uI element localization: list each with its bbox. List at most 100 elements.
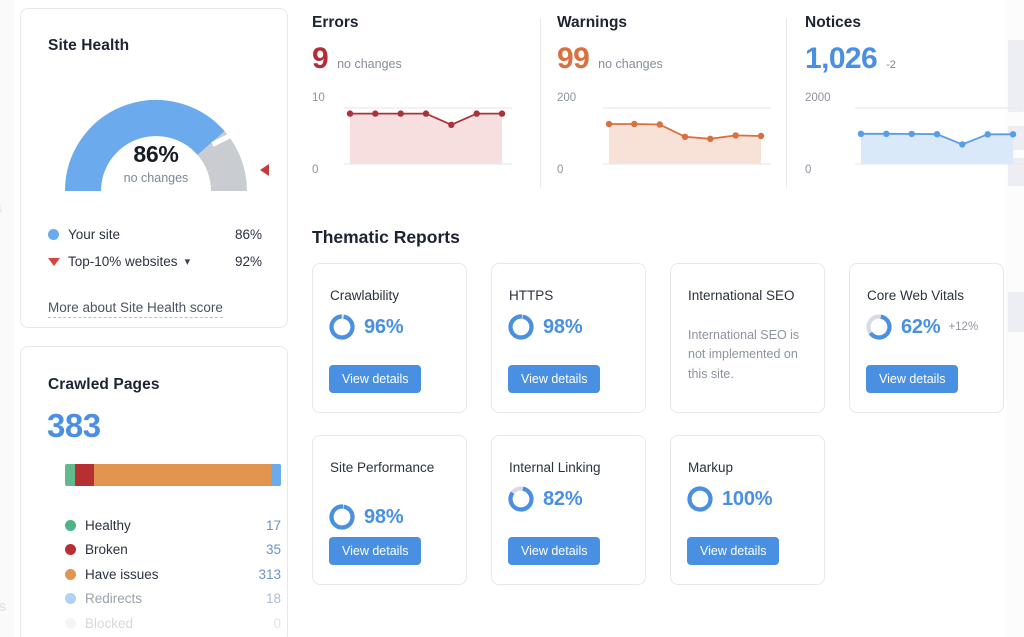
crawled-pages-legend-row[interactable]: Blocked 0	[65, 611, 281, 636]
legend-value: 313	[258, 566, 281, 582]
progress-ring-icon	[329, 504, 355, 530]
more-about-site-health-link[interactable]: More about Site Health score	[48, 300, 223, 318]
sparkline-warnings: 200 0	[557, 90, 787, 176]
sparkline-point[interactable]	[933, 131, 941, 138]
stat-delta: no changes	[598, 57, 663, 71]
sparkline-point[interactable]	[959, 141, 966, 148]
legend-row-top10-websites[interactable]: Top-10% websites ▾ 92%	[48, 248, 262, 275]
stat-title: Warnings	[557, 14, 628, 31]
sparkline-point[interactable]	[984, 131, 991, 138]
thematic-card-title: Core Web Vitals	[867, 288, 965, 303]
sparkline-point[interactable]	[372, 110, 379, 117]
stat-value-row: 9 no changes	[312, 44, 542, 74]
sparkline-point[interactable]	[732, 132, 739, 139]
legend-label: Healthy	[85, 517, 131, 533]
crawled-pages-legend-row[interactable]: Have issues 313	[65, 562, 281, 587]
site-health-title: Site Health	[48, 37, 130, 54]
stacked-bar-segment	[65, 464, 75, 486]
thematic-report-card[interactable]: Core Web Vitals 62% +12% View details	[849, 263, 1004, 413]
thematic-card-title: International SEO	[688, 288, 795, 303]
sparkline-plot	[603, 90, 771, 176]
axis-tick-top: 200	[557, 92, 577, 104]
axis-tick-bottom: 0	[557, 164, 564, 176]
sparkline-point[interactable]	[883, 130, 890, 137]
thematic-report-card[interactable]: Markup 100% View details	[670, 435, 825, 585]
view-details-button[interactable]: View details	[866, 364, 959, 393]
thematic-card-percent: 100%	[722, 487, 773, 510]
stat-card-warnings: Warnings 99 no changes 200 0	[557, 14, 787, 204]
gauge-svg	[65, 100, 247, 192]
legend-value: 35	[265, 542, 281, 558]
thematic-card-score: 100%	[687, 486, 773, 512]
view-details-button[interactable]: View details	[687, 536, 780, 565]
sparkline-point[interactable]	[707, 135, 714, 142]
legend-row-your-site: Your site 86%	[48, 221, 262, 248]
progress-ring-icon	[508, 314, 534, 340]
legend-value: 18	[265, 591, 281, 607]
stat-value-row: 1,026 -2	[805, 44, 1020, 74]
sparkline-point[interactable]	[397, 110, 404, 117]
site-health-card: Site Health 86% no changes Your site 86%	[20, 8, 288, 328]
sparkline-plot	[344, 90, 512, 176]
legend-label: Top-10% websites	[68, 254, 178, 269]
dashboard-root: s is ey s ke w Site Health 86% no chang	[0, 0, 1024, 637]
thematic-card-percent: 82%	[543, 487, 583, 510]
stacked-bar-segment	[74, 464, 95, 486]
sparkline-point[interactable]	[631, 120, 638, 128]
gauge-value-arc	[65, 100, 225, 192]
sparkline-point[interactable]	[473, 110, 480, 117]
legend-label: Broken	[85, 542, 128, 558]
crawled-pages-legend-row[interactable]: Healthy 17	[65, 513, 281, 538]
thematic-card-percent: 98%	[364, 505, 404, 528]
stat-delta: no changes	[337, 57, 402, 71]
dot-icon	[48, 229, 59, 240]
progress-ring-icon	[508, 486, 534, 512]
stat-card-notices: Notices 1,026 -2 2000 0	[805, 14, 1023, 204]
progress-ring-icon	[329, 314, 355, 340]
sparkline-svg	[603, 107, 771, 165]
view-details-button[interactable]: View details	[329, 364, 422, 393]
chevron-down-icon[interactable]: ▾	[185, 255, 191, 268]
view-details-button[interactable]: View details	[508, 536, 601, 565]
thematic-card-score: 62% +12%	[866, 314, 978, 340]
sparkline-point[interactable]	[656, 121, 663, 128]
thematic-report-card[interactable]: Internal Linking 82% View details	[491, 435, 646, 585]
legend-value: 17	[265, 517, 281, 533]
sparkline-area	[350, 113, 502, 164]
thematic-card-title: Internal Linking	[509, 460, 601, 475]
legend-label: Blocked	[85, 615, 134, 631]
sparkline-point[interactable]	[346, 110, 354, 117]
sparkline-point[interactable]	[908, 130, 915, 138]
crawled-pages-legend-row[interactable]: Redirects 18	[65, 587, 281, 612]
legend-label: Have issues	[85, 566, 159, 582]
sparkline-point[interactable]	[757, 132, 765, 140]
progress-ring-icon	[687, 486, 713, 512]
sparkline-point[interactable]	[605, 120, 613, 128]
axis-tick-bottom: 0	[805, 164, 812, 176]
crawled-pages-legend: Healthy 17 Broken 35 Have issues 313 Redirects…	[65, 513, 281, 636]
view-details-button[interactable]: View details	[508, 364, 601, 393]
thematic-card-percent: 62%	[901, 315, 941, 338]
thematic-report-card[interactable]: Site Performance 98% View details	[312, 435, 467, 585]
crawled-pages-stacked-bar	[65, 464, 281, 486]
sparkline-point[interactable]	[1009, 131, 1017, 138]
thematic-card-title: Site Performance	[330, 460, 435, 475]
sparkline-point[interactable]	[448, 121, 455, 128]
dot-icon	[65, 519, 76, 531]
stat-value: 1,026	[805, 42, 878, 75]
dot-icon	[65, 593, 76, 605]
view-details-button[interactable]: View details	[329, 536, 422, 565]
thematic-report-card[interactable]: HTTPS 98% View details	[491, 263, 646, 413]
thematic-report-card[interactable]: Crawlability 96% View details	[312, 263, 467, 413]
sparkline-point[interactable]	[498, 110, 506, 117]
site-health-legend: Your site 86% Top-10% websites ▾ 92%	[48, 221, 262, 275]
sparkline-point[interactable]	[422, 110, 430, 117]
sparkline-point[interactable]	[857, 130, 865, 137]
right-edge-band	[1008, 292, 1024, 332]
crawled-pages-title: Crawled Pages	[48, 376, 160, 393]
thematic-card-percent: 98%	[543, 315, 583, 338]
left-edge-cutoff-panel: s is	[0, 0, 14, 637]
crawled-pages-legend-row[interactable]: Broken 35	[65, 538, 281, 563]
thematic-report-card[interactable]: International SEO International SEO is no…	[670, 263, 825, 413]
sparkline-point[interactable]	[681, 133, 689, 140]
